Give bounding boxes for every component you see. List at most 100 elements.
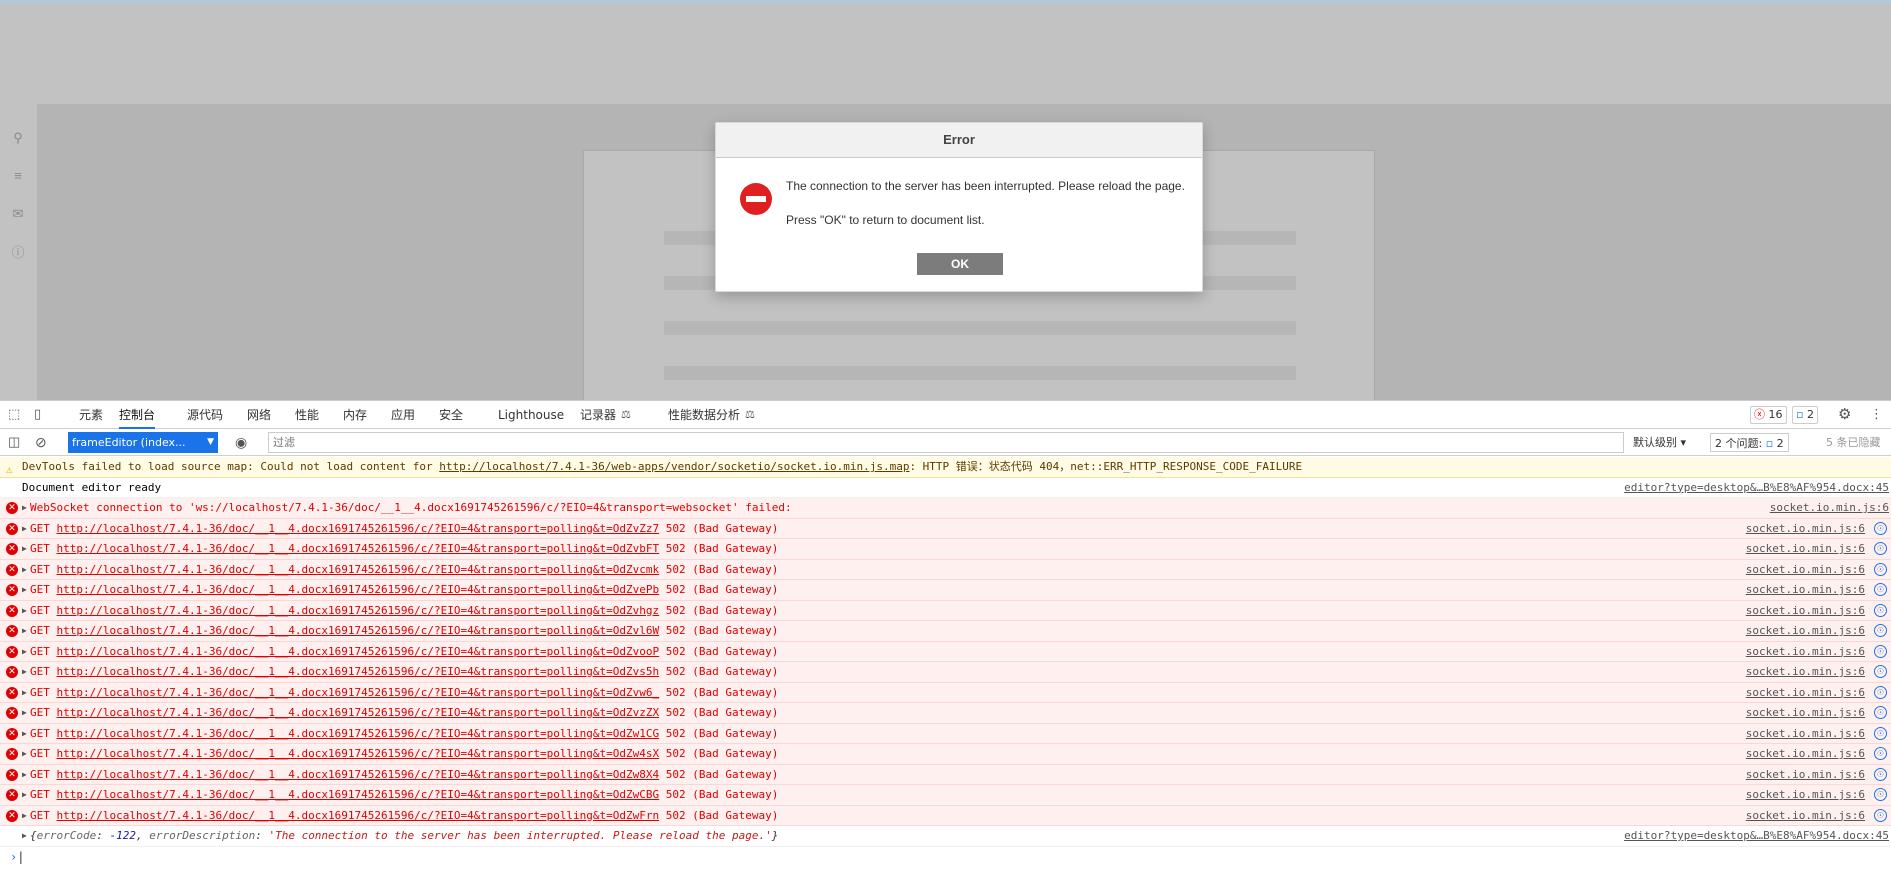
console-error-row[interactable]: ✕ ▶ GET http://localhost/7.4.1-36/doc/__1_… — [0, 703, 1891, 724]
tab-memory[interactable]: 内存 — [343, 401, 367, 429]
ok-button[interactable]: OK — [917, 253, 1003, 275]
network-request-icon[interactable]: ☉ — [1874, 521, 1887, 535]
request-url-link[interactable]: http://localhost/7.4.1-36/doc/__1__4.doc… — [57, 563, 660, 576]
console-error-row[interactable]: ✕ ▶ GET http://localhost/7.4.1-36/doc/__1_… — [0, 682, 1891, 703]
search-icon[interactable]: ⚲ — [9, 129, 27, 147]
console-error-row[interactable]: ✕ ▶ WebSocket connection to 'ws://localh… — [0, 498, 1891, 519]
request-url-link[interactable]: http://localhost/7.4.1-36/doc/__1__4.doc… — [57, 645, 660, 658]
request-url-link[interactable]: http://localhost/7.4.1-36/doc/__1__4.doc… — [57, 747, 660, 760]
tab-network[interactable]: 网络 — [247, 401, 271, 429]
expand-triangle-icon[interactable]: ▶ — [22, 539, 27, 559]
issue-count-badge[interactable]: ▫ 2 — [1792, 406, 1818, 424]
clear-console-icon[interactable]: ⊘ — [35, 435, 50, 449]
eye-icon[interactable]: ◉ — [235, 435, 250, 449]
console-error-row[interactable]: ✕ ▶ GET http://localhost/7.4.1-36/doc/__1_… — [0, 785, 1891, 806]
feedback-icon[interactable]: ✉ — [9, 205, 27, 223]
source-link[interactable]: editor?type=desktop&…B%E8%AF%954.docx:45 — [1624, 478, 1889, 498]
network-request-icon[interactable]: ☉ — [1874, 562, 1887, 576]
console-error-row[interactable]: ✕ ▶ GET http://localhost/7.4.1-36/doc/__1_… — [0, 600, 1891, 621]
request-url-link[interactable]: http://localhost/7.4.1-36/doc/__1__4.doc… — [57, 624, 660, 637]
source-link[interactable]: socket.io.min.js:6 — [1746, 765, 1865, 785]
source-link[interactable]: editor?type=desktop&…B%E8%AF%954.docx:45 — [1624, 826, 1889, 846]
request-url-link[interactable]: http://localhost/7.4.1-36/doc/__1__4.doc… — [57, 809, 660, 822]
console-error-row[interactable]: ✕ ▶ GET http://localhost/7.4.1-36/doc/__1_… — [0, 518, 1891, 539]
network-request-icon[interactable]: ☉ — [1874, 788, 1887, 801]
console-error-row[interactable]: ✕ ▶ GET http://localhost/7.4.1-36/doc/__1_… — [0, 764, 1891, 785]
issues-button[interactable]: 2 个问题: ▫ 2 — [1710, 433, 1789, 452]
expand-triangle-icon[interactable]: ▶ — [22, 560, 27, 580]
expand-triangle-icon[interactable]: ▶ — [22, 826, 27, 846]
navigation-icon[interactable]: ≡ — [9, 167, 27, 185]
console-prompt[interactable]: ›| — [0, 847, 1891, 867]
device-toolbar-icon[interactable]: ▯ — [34, 408, 49, 422]
source-link[interactable]: socket.io.min.js:6 — [1746, 580, 1865, 600]
log-level-dropdown[interactable]: 默认级别 ▾ — [1633, 433, 1686, 452]
request-url-link[interactable]: http://localhost/7.4.1-36/doc/__1__4.doc… — [57, 665, 660, 678]
network-request-icon[interactable]: ☉ — [1874, 767, 1887, 781]
console-error-row[interactable]: ✕ ▶ GET http://localhost/7.4.1-36/doc/__1_… — [0, 641, 1891, 662]
tab-console[interactable]: 控制台 — [119, 401, 156, 429]
source-link[interactable]: socket.io.min.js:6 — [1746, 662, 1865, 682]
source-link[interactable]: socket.io.min.js:6 — [1746, 642, 1865, 662]
network-request-icon[interactable]: ☉ — [1874, 583, 1887, 596]
request-url-link[interactable]: http://localhost/7.4.1-36/doc/__1__4.doc… — [57, 542, 660, 555]
tab-performance[interactable]: 性能 — [295, 401, 319, 429]
network-request-icon[interactable]: ☉ — [1874, 685, 1887, 699]
request-url-link[interactable]: http://localhost/7.4.1-36/doc/__1__4.doc… — [57, 768, 660, 781]
network-request-icon[interactable]: ☉ — [1874, 624, 1887, 637]
source-link[interactable]: socket.io.min.js:6 — [1770, 498, 1889, 518]
expand-triangle-icon[interactable]: ▶ — [22, 601, 27, 621]
network-request-icon[interactable]: ☉ — [1874, 808, 1887, 822]
network-request-icon[interactable]: ☉ — [1874, 706, 1887, 719]
expand-triangle-icon[interactable]: ▶ — [22, 785, 27, 805]
network-request-icon[interactable]: ☉ — [1874, 603, 1887, 617]
expand-triangle-icon[interactable]: ▶ — [22, 621, 27, 641]
expand-triangle-icon[interactable]: ▶ — [22, 744, 27, 764]
console-object-row[interactable]: ▶ {errorCode: -122, errorDescription: 'T… — [0, 826, 1891, 847]
about-icon[interactable]: ⓘ — [9, 244, 27, 262]
warning-url-link[interactable]: http://localhost/7.4.1-36/web-apps/vendo… — [439, 460, 909, 473]
request-url-link[interactable]: http://localhost/7.4.1-36/doc/__1__4.doc… — [57, 686, 660, 699]
expand-triangle-icon[interactable]: ▶ — [22, 498, 27, 518]
console-error-row[interactable]: ✕ ▶ GET http://localhost/7.4.1-36/doc/__1_… — [0, 723, 1891, 744]
inspect-element-icon[interactable]: ⬚ — [8, 408, 23, 422]
source-link[interactable]: socket.io.min.js:6 — [1746, 724, 1865, 744]
network-request-icon[interactable]: ☉ — [1874, 747, 1887, 760]
expand-triangle-icon[interactable]: ▶ — [22, 765, 27, 785]
network-request-icon[interactable]: ☉ — [1874, 665, 1887, 678]
console-error-row[interactable]: ✕ ▶ GET http://localhost/7.4.1-36/doc/__1_… — [0, 744, 1891, 765]
expand-triangle-icon[interactable]: ▶ — [22, 580, 27, 600]
tab-sources[interactable]: 源代码 — [187, 401, 223, 429]
expand-triangle-icon[interactable]: ▶ — [22, 806, 27, 826]
expand-triangle-icon[interactable]: ▶ — [22, 703, 27, 723]
console-error-row[interactable]: ✕ ▶ GET http://localhost/7.4.1-36/doc/__1_… — [0, 559, 1891, 580]
request-url-link[interactable]: http://localhost/7.4.1-36/doc/__1__4.doc… — [57, 583, 660, 596]
sidebar-toggle-icon[interactable]: ◫ — [8, 435, 23, 449]
console-error-row[interactable]: ✕ ▶ GET http://localhost/7.4.1-36/doc/__1_… — [0, 621, 1891, 642]
request-url-link[interactable]: http://localhost/7.4.1-36/doc/__1__4.doc… — [57, 727, 660, 740]
network-request-icon[interactable]: ☉ — [1874, 644, 1887, 658]
request-url-link[interactable]: http://localhost/7.4.1-36/doc/__1__4.doc… — [57, 522, 660, 535]
network-request-icon[interactable]: ☉ — [1874, 542, 1887, 555]
source-link[interactable]: socket.io.min.js:6 — [1746, 519, 1865, 539]
console-error-row[interactable]: ✕ ▶ GET http://localhost/7.4.1-36/doc/__1_… — [0, 580, 1891, 601]
source-link[interactable]: socket.io.min.js:6 — [1746, 601, 1865, 621]
more-options-icon[interactable]: ⋮ — [1870, 408, 1885, 422]
expand-triangle-icon[interactable]: ▶ — [22, 519, 27, 539]
expand-triangle-icon[interactable]: ▶ — [22, 724, 27, 744]
source-link[interactable]: socket.io.min.js:6 — [1746, 703, 1865, 723]
console-filter-input[interactable] — [268, 432, 1624, 453]
source-link[interactable]: socket.io.min.js:6 — [1746, 683, 1865, 703]
console-error-row[interactable]: ✕ ▶ GET http://localhost/7.4.1-36/doc/__1_… — [0, 662, 1891, 683]
source-link[interactable]: socket.io.min.js:6 — [1746, 539, 1865, 559]
request-url-link[interactable]: http://localhost/7.4.1-36/doc/__1__4.doc… — [57, 604, 660, 617]
console-error-row[interactable]: ✕ ▶ GET http://localhost/7.4.1-36/doc/__1_… — [0, 539, 1891, 560]
gear-icon[interactable]: ⚙ — [1838, 407, 1853, 422]
tab-lighthouse[interactable]: Lighthouse — [498, 401, 564, 429]
source-link[interactable]: socket.io.min.js:6 — [1746, 621, 1865, 641]
tab-security[interactable]: 安全 — [439, 401, 463, 429]
error-count-badge[interactable]: ⓧ 16 — [1750, 406, 1787, 424]
source-link[interactable]: socket.io.min.js:6 — [1746, 785, 1865, 805]
tab-elements[interactable]: 元素 — [79, 401, 103, 429]
expand-triangle-icon[interactable]: ▶ — [22, 642, 27, 662]
